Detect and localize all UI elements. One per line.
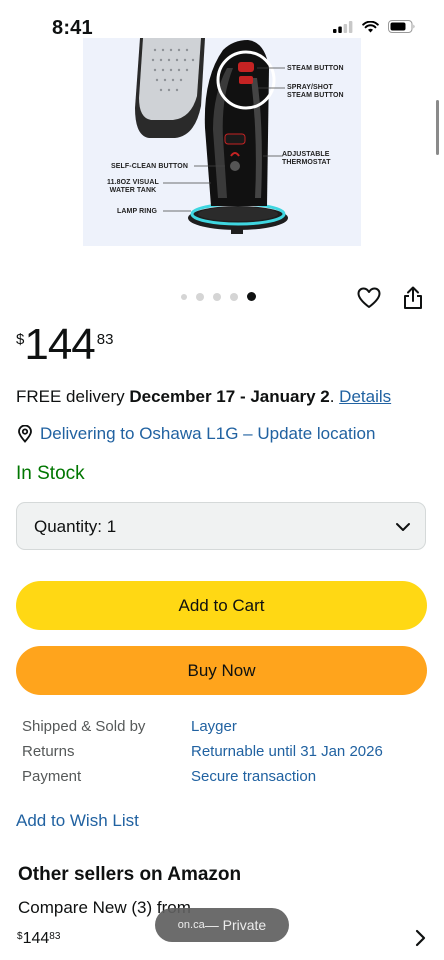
status-icons: [333, 20, 416, 33]
price: $ 144 83: [16, 323, 113, 367]
carousel-dot[interactable]: [230, 292, 238, 301]
quantity-dropdown[interactable]: Quantity: 1: [16, 502, 426, 550]
wishlist-heart-button[interactable]: [355, 284, 383, 312]
payment-label: Payment: [22, 768, 82, 785]
callout-lamp-ring: LAMP RING: [117, 208, 158, 215]
share-icon: [404, 286, 422, 309]
price-fraction: 83: [96, 331, 114, 348]
carousel-dots[interactable]: [181, 292, 256, 301]
payment-security-link[interactable]: Secure transaction: [191, 768, 316, 785]
battery-icon: [388, 20, 415, 33]
price-fraction: 83: [49, 931, 61, 942]
chevron-right-icon[interactable]: [414, 929, 426, 947]
add-to-wishlist-link[interactable]: Add to Wish List: [16, 811, 139, 831]
returns-policy-link[interactable]: Returnable until 31 Jan 2026: [191, 743, 383, 760]
location-pin-icon: [18, 425, 32, 443]
buy-now-button[interactable]: Buy Now: [16, 646, 427, 695]
seller-link[interactable]: Layger: [191, 718, 237, 735]
safari-address-pill[interactable]: on.ca — Private: [155, 908, 289, 942]
heart-icon: [357, 287, 381, 308]
delivery-location-text: Delivering to Oshawa L1G – Update locati…: [40, 424, 376, 443]
address-domain: on.ca: [177, 919, 205, 931]
add-to-cart-button[interactable]: Add to Cart: [16, 581, 427, 630]
callout-steam-button: STEAM BUTTON: [287, 65, 344, 72]
callout-thermostat: ADJUSTABLE THERMOSTAT: [282, 151, 331, 166]
stock-status: In Stock: [16, 463, 85, 484]
delivery-prefix: FREE delivery: [16, 387, 130, 406]
status-time: 8:41: [52, 17, 93, 39]
other-sellers-price: $ 144 83: [17, 930, 60, 948]
product-image[interactable]: STEAM BUTTON SPRAY/SHOT STEAM BUTTON ADJ…: [83, 38, 361, 246]
returns-label: Returns: [22, 743, 75, 760]
carousel-dot[interactable]: [213, 292, 221, 301]
status-bar: 8:41: [0, 0, 444, 40]
price-whole: 144: [22, 930, 50, 947]
chevron-down-icon: [396, 523, 410, 531]
price-whole: 144: [24, 320, 95, 369]
wifi-icon: [362, 20, 379, 32]
carousel-dot[interactable]: [181, 293, 187, 300]
delivery-info: FREE delivery December 17 - January 2. D…: [16, 387, 391, 407]
price-symbol: $: [16, 331, 25, 348]
carousel-dot[interactable]: [196, 292, 204, 301]
shipped-sold-label: Shipped & Sold by: [22, 718, 146, 735]
delivery-separator: .: [329, 387, 340, 406]
quantity-label: Quantity: 1: [34, 517, 117, 536]
scroll-indicator[interactable]: [436, 100, 439, 155]
callout-self-clean: SELF-CLEAN BUTTON: [111, 163, 189, 170]
other-sellers-title: Other sellers on Amazon: [18, 864, 242, 885]
callout-water-tank: 11.8OZ VISUAL WATER TANK: [107, 179, 159, 194]
cellular-signal-icon: [333, 20, 353, 33]
delivery-location-link[interactable]: Delivering to Oshawa L1G – Update locati…: [16, 424, 375, 444]
delivery-dates: December 17 - January 2: [129, 387, 330, 406]
callout-spray-shot: SPRAY/SHOT STEAM BUTTON: [287, 84, 344, 99]
private-mode-label: — Private: [204, 917, 267, 933]
carousel-dot-active[interactable]: [247, 292, 256, 301]
share-button[interactable]: [399, 284, 427, 312]
delivery-details-link[interactable]: Details: [339, 387, 391, 406]
